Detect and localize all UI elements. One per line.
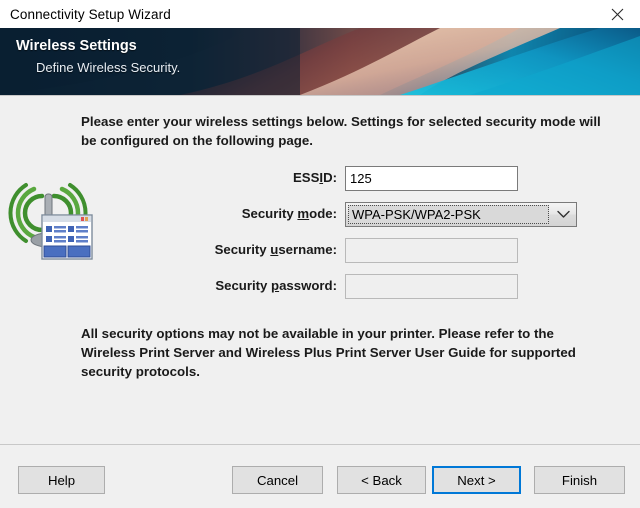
next-button[interactable]: Next > bbox=[432, 466, 521, 494]
wizard-footer: Help Cancel < Back Next > Finish bbox=[0, 445, 640, 508]
cancel-button[interactable]: Cancel bbox=[232, 466, 323, 494]
security-mode-dropdown[interactable]: WPA-PSK/WPA2-PSK bbox=[345, 202, 577, 227]
chevron-down-icon bbox=[550, 203, 576, 226]
security-username-label: Security username: bbox=[215, 242, 337, 257]
security-mode-label: Security mode: bbox=[242, 206, 337, 221]
security-password-label: Security password: bbox=[215, 278, 337, 293]
wizard-body: Please enter your wireless settings belo… bbox=[0, 96, 640, 444]
essid-input[interactable] bbox=[345, 166, 518, 191]
header-banner: Wireless Settings Define Wireless Securi… bbox=[0, 28, 640, 95]
essid-label: ESSID: bbox=[293, 170, 337, 185]
banner-subtitle: Define Wireless Security. bbox=[36, 60, 180, 75]
finish-button[interactable]: Finish bbox=[534, 466, 625, 494]
connectivity-setup-wizard-window: Connectivity Setup Wizard bbox=[0, 0, 640, 508]
security-mode-selected-value: WPA-PSK/WPA2-PSK bbox=[348, 205, 549, 224]
security-notice-text: All security options may not be availabl… bbox=[81, 324, 603, 381]
security-password-input[interactable] bbox=[345, 274, 518, 299]
close-icon bbox=[611, 8, 624, 21]
window-title: Connectivity Setup Wizard bbox=[10, 7, 171, 22]
essid-row: ESSID: bbox=[0, 166, 640, 192]
back-button[interactable]: < Back bbox=[337, 466, 426, 494]
help-button[interactable]: Help bbox=[18, 466, 105, 494]
security-password-row: Security password: bbox=[0, 274, 640, 300]
close-button[interactable] bbox=[594, 0, 640, 28]
security-username-row: Security username: bbox=[0, 238, 640, 264]
security-username-input[interactable] bbox=[345, 238, 518, 263]
intro-text: Please enter your wireless settings belo… bbox=[81, 112, 601, 150]
title-bar: Connectivity Setup Wizard bbox=[0, 0, 640, 28]
security-mode-row: Security mode: WPA-PSK/WPA2-PSK bbox=[0, 202, 640, 228]
banner-title: Wireless Settings bbox=[16, 38, 137, 54]
